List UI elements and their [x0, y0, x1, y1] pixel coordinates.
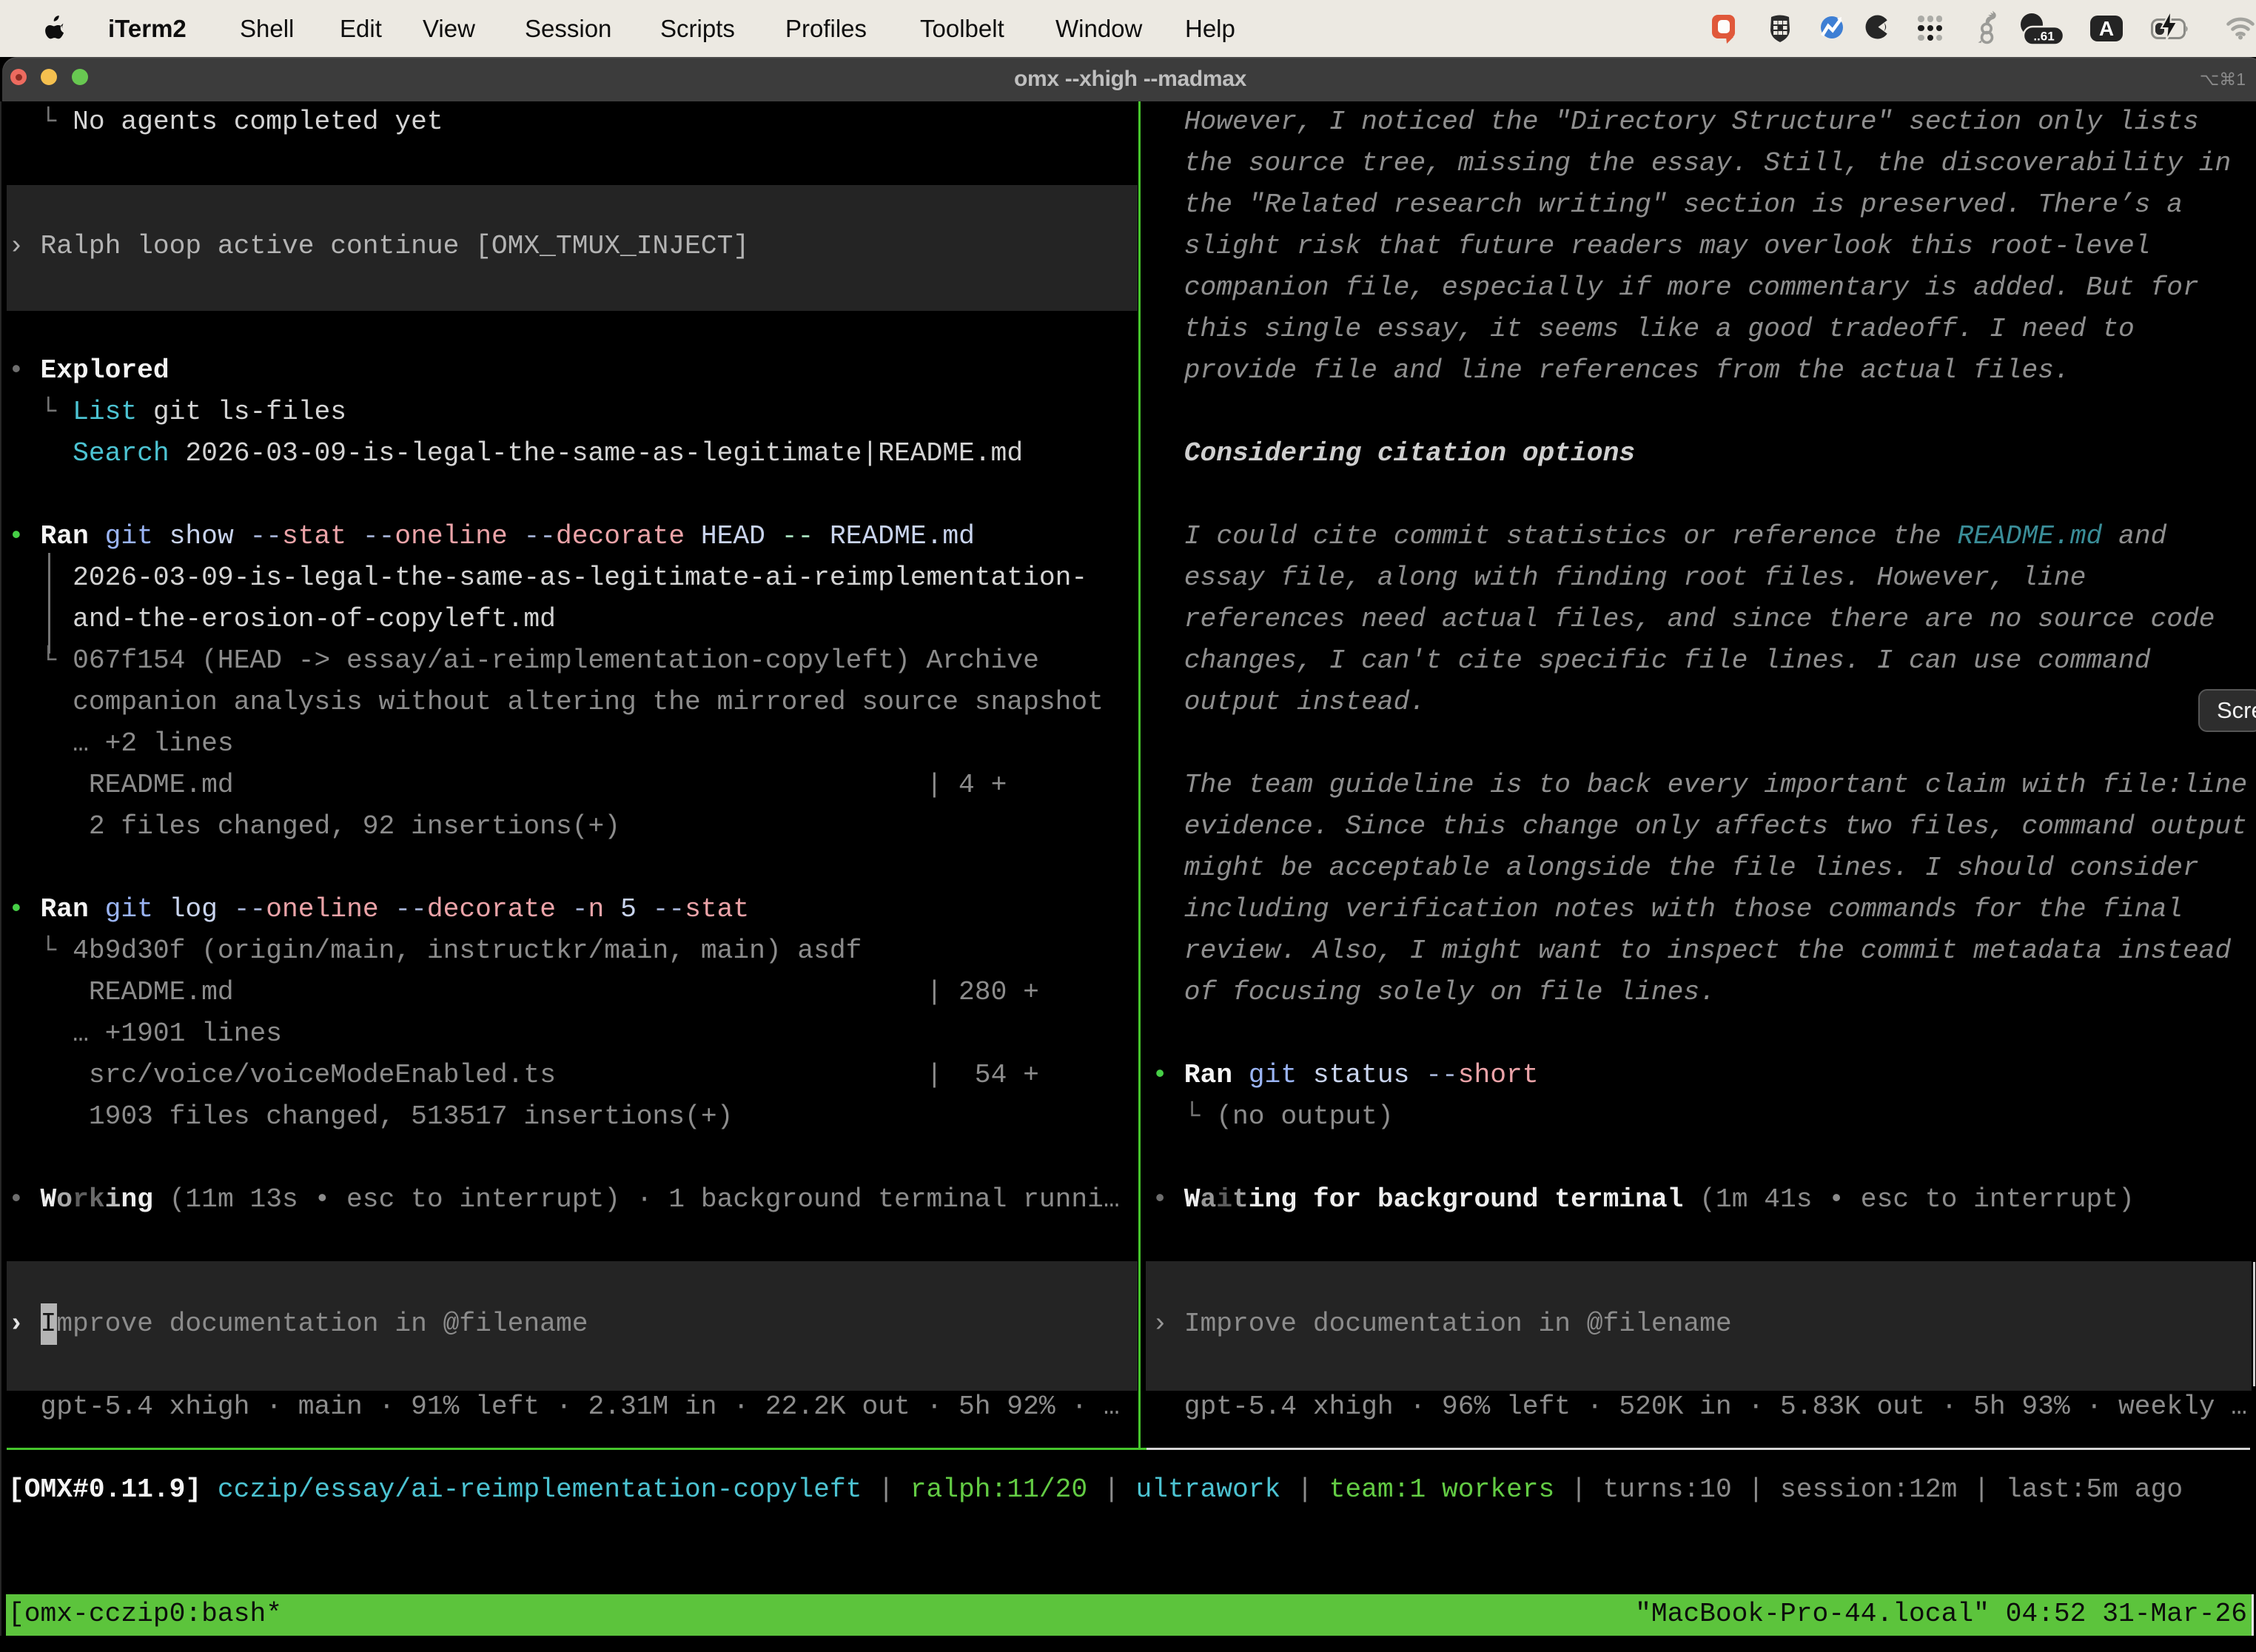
svg-text:..61: ..61	[2033, 30, 2054, 44]
